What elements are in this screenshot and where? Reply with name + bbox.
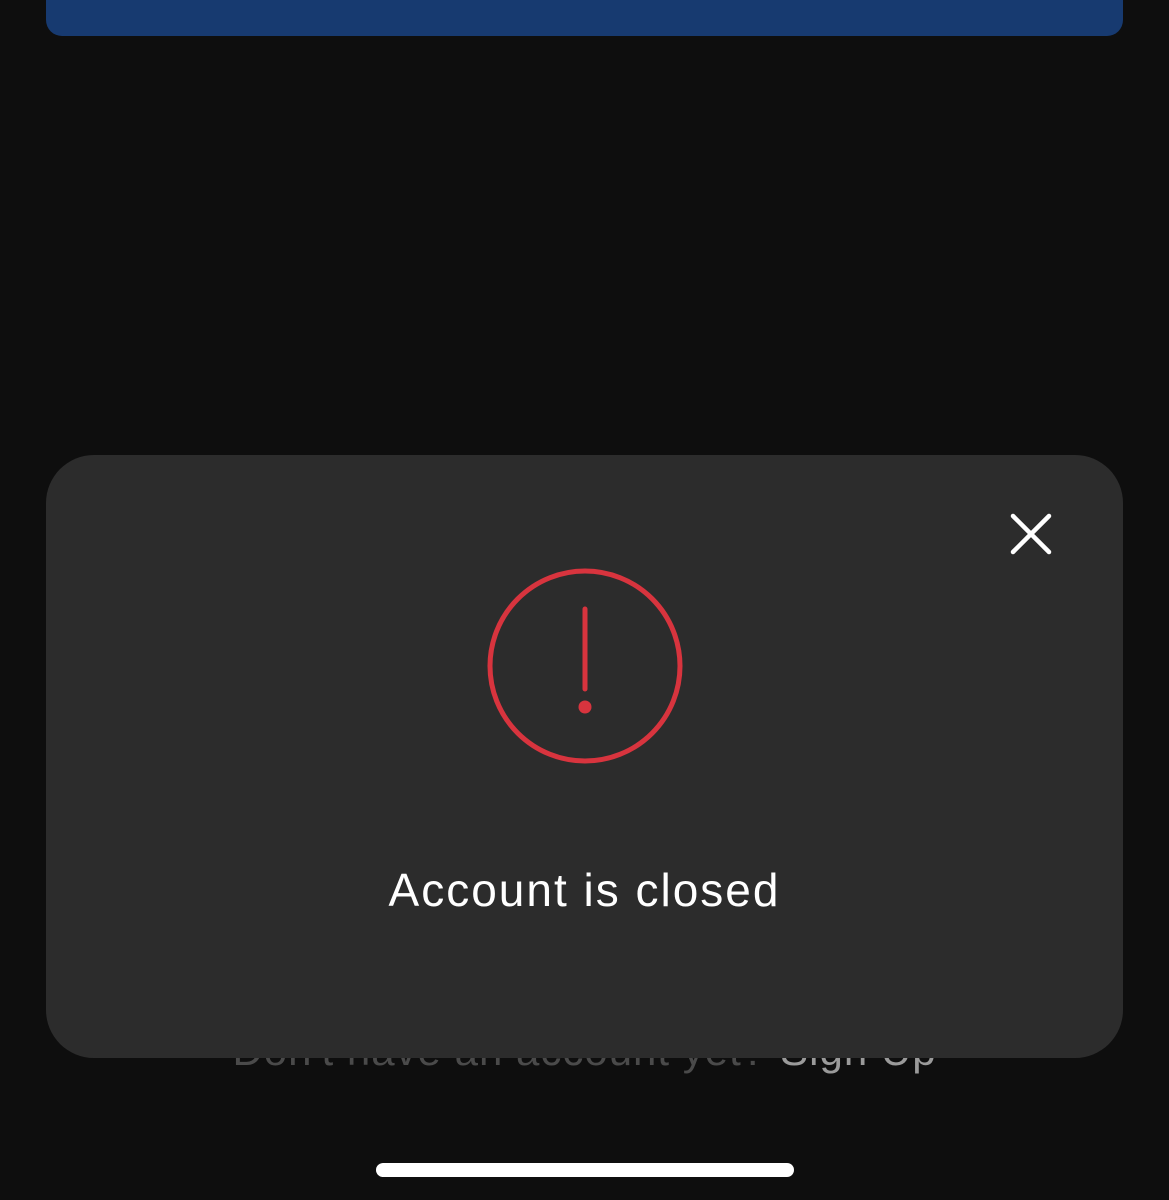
dialog-message: Account is closed (388, 864, 781, 916)
close-button[interactable] (1001, 504, 1061, 564)
app-screen: Don't have an account yet?Sign Up Accoun… (0, 0, 1169, 1200)
error-dialog: Account is closed (46, 455, 1123, 1058)
alert-circle-icon (487, 568, 683, 764)
home-indicator[interactable] (376, 1163, 794, 1177)
primary-button[interactable] (46, 0, 1123, 36)
close-icon[interactable] (1001, 504, 1061, 564)
